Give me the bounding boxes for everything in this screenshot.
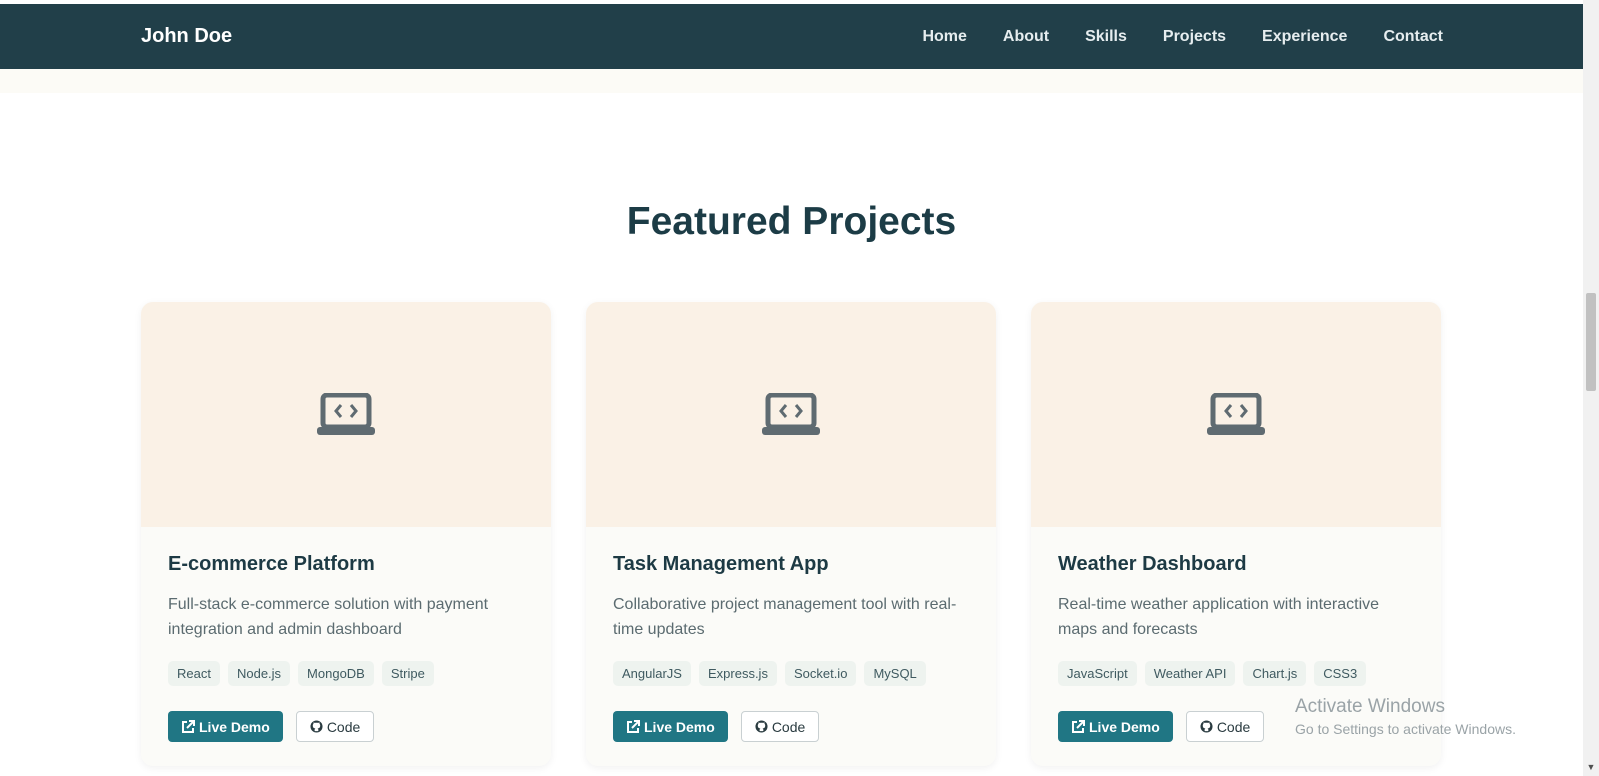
- live-demo-label: Live Demo: [199, 718, 270, 735]
- tech-tag: Express.js: [698, 661, 777, 686]
- tech-tag: AngularJS: [613, 661, 691, 686]
- project-description: Real-time weather application with inter…: [1058, 596, 1380, 638]
- code-button[interactable]: Code: [295, 711, 375, 742]
- project-card-media: [1031, 302, 1441, 527]
- live-demo-button[interactable]: Live Demo: [1058, 711, 1173, 742]
- tech-tag: Node.js: [227, 661, 291, 686]
- external-link-icon: [1072, 719, 1085, 733]
- tech-tag: CSS3: [1314, 661, 1367, 686]
- github-icon: [1200, 720, 1213, 733]
- project-card-body: E-commerce Platform Full-stack e-commerc…: [141, 527, 551, 766]
- tech-tag: Socket.io: [784, 661, 857, 686]
- nav-link-skills[interactable]: Skills: [1085, 28, 1127, 46]
- project-title: E-commerce Platform: [168, 553, 375, 575]
- nav-links: Home About Skills Projects Experience Co…: [886, 28, 1443, 46]
- project-actions: Live Demo Code: [613, 711, 969, 742]
- tech-tag: React: [168, 661, 220, 686]
- laptop-code-icon: [762, 392, 820, 435]
- brand-name[interactable]: John Doe: [141, 25, 232, 48]
- tech-tags: JavaScript Weather API Chart.js CSS3: [1058, 661, 1414, 686]
- section-title: Featured Projects: [626, 200, 957, 243]
- tech-tags: React Node.js MongoDB Stripe: [168, 661, 524, 686]
- tech-tag: MySQL: [864, 661, 926, 686]
- live-demo-label: Live Demo: [1089, 718, 1160, 735]
- project-card-media: [586, 302, 996, 527]
- project-description: Collaborative project management tool wi…: [613, 596, 957, 638]
- tech-tag: Chart.js: [1243, 661, 1307, 686]
- watermark-title: Activate Windows: [1295, 696, 1445, 717]
- nav-link-projects[interactable]: Projects: [1163, 28, 1226, 46]
- project-card-media: [141, 302, 551, 527]
- github-icon: [755, 720, 768, 733]
- project-card: Task Management App Collaborative projec…: [586, 302, 996, 766]
- project-title: Weather Dashboard: [1058, 553, 1247, 575]
- scroll-down-arrow-icon[interactable]: ▼: [1586, 762, 1596, 772]
- project-actions: Live Demo Code: [168, 711, 524, 742]
- code-label: Code: [326, 718, 361, 735]
- tech-tag: Weather API: [1144, 661, 1236, 686]
- laptop-code-icon: [1207, 392, 1265, 435]
- windows-activation-watermark: Activate Windows Go to Settings to activ…: [1295, 696, 1516, 737]
- project-description: Full-stack e-commerce solution with paym…: [168, 596, 489, 638]
- top-navbar: John Doe Home About Skills Projects Expe…: [0, 4, 1583, 69]
- project-card-body: Task Management App Collaborative projec…: [586, 527, 996, 766]
- nav-link-experience[interactable]: Experience: [1262, 28, 1347, 46]
- tech-tag: JavaScript: [1058, 661, 1137, 686]
- nav-link-about[interactable]: About: [1003, 28, 1049, 46]
- laptop-code-icon: [317, 392, 375, 435]
- code-button[interactable]: Code: [740, 711, 820, 742]
- nav-link-home[interactable]: Home: [922, 28, 966, 46]
- watermark-subtitle: Go to Settings to activate Windows.: [1295, 721, 1516, 737]
- code-label: Code: [1216, 718, 1251, 735]
- section-divider-band: [0, 69, 1583, 93]
- project-title: Task Management App: [613, 553, 829, 575]
- live-demo-label: Live Demo: [644, 718, 715, 735]
- tech-tag: Stripe: [381, 661, 434, 686]
- live-demo-button[interactable]: Live Demo: [168, 711, 283, 742]
- project-card: E-commerce Platform Full-stack e-commerc…: [141, 302, 551, 766]
- project-cards: E-commerce Platform Full-stack e-commerc…: [141, 302, 1441, 766]
- code-button[interactable]: Code: [1185, 711, 1265, 742]
- vertical-scrollbar[interactable]: ▼: [1583, 0, 1599, 776]
- live-demo-button[interactable]: Live Demo: [613, 711, 728, 742]
- external-link-icon: [627, 719, 640, 733]
- scrollbar-thumb[interactable]: [1586, 293, 1596, 391]
- tech-tag: MongoDB: [298, 661, 374, 686]
- code-label: Code: [771, 718, 806, 735]
- external-link-icon: [182, 719, 195, 733]
- nav-link-contact[interactable]: Contact: [1383, 28, 1443, 46]
- github-icon: [310, 720, 323, 733]
- tech-tags: AngularJS Express.js Socket.io MySQL: [613, 661, 969, 686]
